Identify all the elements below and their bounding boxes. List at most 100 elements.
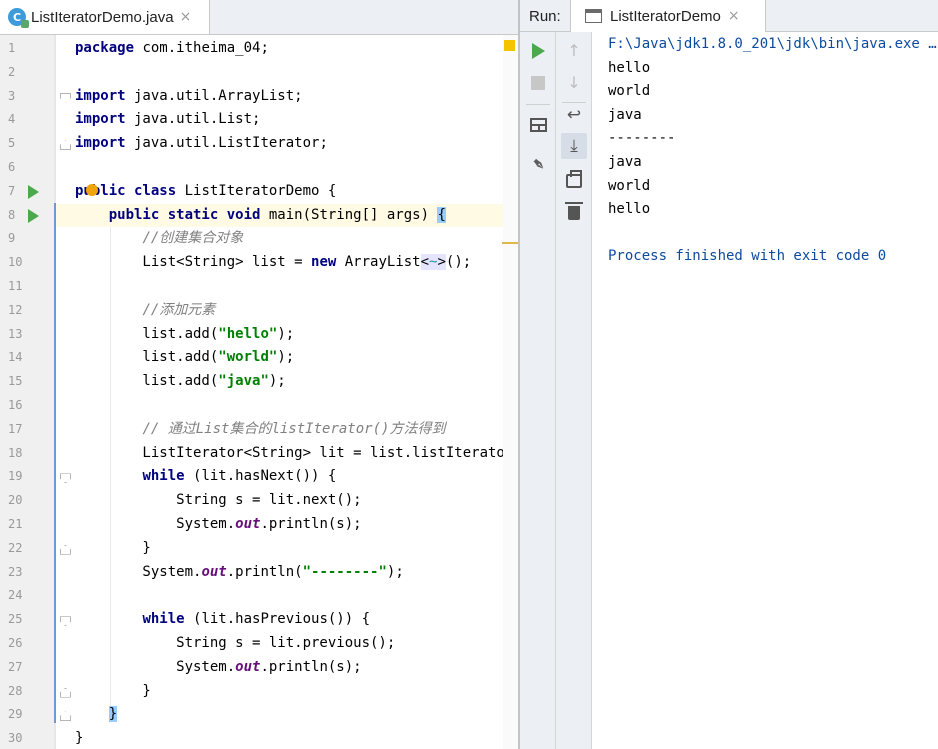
code-line[interactable]: package com.itheima_04; bbox=[56, 37, 518, 61]
pin-tab-button[interactable]: ✒ bbox=[525, 152, 551, 178]
layout-button[interactable] bbox=[525, 112, 551, 138]
java-class-icon: C bbox=[8, 8, 29, 28]
code-editor[interactable]: C ListIteratorDemo.java × 1 2 3 4 5 6 7 8 9 10 11 1… bbox=[0, 0, 518, 749]
inspection-warning-icon[interactable] bbox=[504, 40, 515, 51]
code-line[interactable]: System.out.println("--------"); bbox=[56, 561, 518, 585]
line-number: 10 bbox=[8, 255, 23, 270]
line-number: 3 bbox=[8, 88, 16, 103]
stop-button[interactable] bbox=[525, 70, 551, 96]
line-number: 30 bbox=[8, 731, 23, 746]
clear-all-icon bbox=[565, 202, 583, 220]
console-output-line: world bbox=[608, 83, 651, 100]
gutter-row: 3 bbox=[0, 85, 71, 109]
code-line[interactable]: //添加元素 bbox=[56, 299, 518, 323]
code-line[interactable]: list.add("world"); bbox=[56, 346, 518, 370]
gutter-row: 15 bbox=[0, 370, 55, 394]
code-line[interactable]: import java.util.ArrayList; bbox=[56, 85, 518, 109]
line-number: 20 bbox=[8, 493, 23, 508]
scroll-to-end-button[interactable]: ⤓ bbox=[561, 133, 587, 159]
code-line[interactable]: list.add("java"); bbox=[56, 370, 518, 394]
code-line[interactable]: List<String> list = new ArrayList<~>(); bbox=[56, 251, 518, 275]
toolbar-separator bbox=[526, 104, 550, 105]
line-number: 27 bbox=[8, 659, 23, 674]
code-line[interactable]: public class ListIteratorDemo { bbox=[56, 180, 518, 204]
line-number: 29 bbox=[8, 707, 23, 722]
code-line[interactable]: import java.util.List; bbox=[56, 108, 518, 132]
gutter-row: 29 bbox=[0, 703, 71, 727]
code-line[interactable]: import java.util.ListIterator; bbox=[56, 132, 518, 156]
editor-file-tab[interactable]: C ListIteratorDemo.java × bbox=[0, 0, 210, 34]
code-line[interactable] bbox=[56, 156, 518, 180]
gutter-row: 10 bbox=[0, 251, 55, 275]
rerun-icon bbox=[531, 43, 545, 59]
error-stripe-bar[interactable] bbox=[503, 35, 518, 749]
pin-icon: ✒ bbox=[525, 152, 551, 178]
code-line[interactable]: list.add("hello"); bbox=[56, 323, 518, 347]
console-output-line: hello bbox=[608, 59, 651, 76]
code-line[interactable]: } bbox=[56, 703, 518, 727]
code-line[interactable]: ListIterator<String> lit = list.listIter… bbox=[56, 442, 518, 466]
code-line[interactable]: } bbox=[56, 680, 518, 704]
line-number: 13 bbox=[8, 326, 23, 341]
print-button[interactable] bbox=[561, 168, 587, 194]
line-number: 8 bbox=[8, 207, 16, 222]
close-icon[interactable]: × bbox=[728, 8, 740, 24]
console-exit-line: Process finished with exit code 0 bbox=[608, 248, 887, 265]
line-number: 16 bbox=[8, 398, 23, 412]
line-number: 24 bbox=[8, 588, 23, 603]
editor-tab-label: ListIteratorDemo.java bbox=[31, 8, 174, 26]
rerun-button[interactable] bbox=[525, 38, 551, 64]
console-icon bbox=[585, 9, 602, 23]
code-line[interactable] bbox=[56, 61, 518, 85]
code-line[interactable] bbox=[56, 584, 518, 608]
line-number: 15 bbox=[8, 374, 23, 389]
line-number: 14 bbox=[8, 350, 23, 365]
close-icon[interactable]: × bbox=[180, 9, 192, 25]
gutter-row: 5 bbox=[0, 132, 71, 156]
gutter-row: 14 bbox=[0, 346, 55, 370]
gutter-row: 7 bbox=[0, 180, 55, 204]
next-occurrence-button[interactable]: ↓ bbox=[561, 69, 587, 95]
code-line[interactable]: public static void main(String[] args) { bbox=[56, 203, 518, 228]
gutter-row: 2 bbox=[0, 61, 55, 85]
code-line[interactable]: String s = lit.next(); bbox=[56, 489, 518, 513]
code-line[interactable]: while (lit.hasNext()) { bbox=[56, 465, 518, 489]
code-line[interactable]: } bbox=[56, 537, 518, 561]
gutter-row: 26 bbox=[0, 632, 55, 656]
line-number: 19 bbox=[8, 469, 23, 484]
clear-all-button[interactable] bbox=[561, 200, 587, 226]
intention-bulb-icon[interactable] bbox=[86, 184, 98, 196]
code-line[interactable]: } bbox=[56, 727, 518, 749]
run-title: Run: bbox=[529, 8, 561, 25]
run-gutter-icon[interactable] bbox=[28, 208, 39, 223]
code-line[interactable] bbox=[56, 394, 518, 418]
gutter-row: 17 bbox=[0, 418, 55, 442]
line-number: 21 bbox=[8, 517, 23, 531]
console-output[interactable]: F:\Java\jdk1.8.0_201\jdk\bin\java.exe ..… bbox=[608, 32, 938, 749]
code-line[interactable]: // 通过List集合的listIterator()方法得到 bbox=[56, 418, 518, 442]
code-line[interactable] bbox=[56, 275, 518, 299]
warning-stripe-mark[interactable] bbox=[502, 242, 518, 244]
gutter-row: 4 bbox=[0, 108, 55, 132]
gutter-row: 6 bbox=[0, 156, 55, 180]
scroll-to-end-icon: ⤓ bbox=[570, 136, 578, 156]
run-header: Run: ListIteratorDemo × bbox=[520, 0, 938, 32]
line-number: 23 bbox=[8, 564, 23, 579]
previous-occurrence-button[interactable]: ↑ bbox=[561, 37, 587, 63]
line-number: 1 bbox=[8, 41, 16, 55]
run-config-tab[interactable]: ListIteratorDemo × bbox=[570, 0, 766, 32]
code-line[interactable]: System.out.println(s); bbox=[56, 513, 518, 537]
code-area[interactable]: package com.itheima_04;import java.util.… bbox=[56, 35, 518, 749]
console-output-line: java bbox=[608, 154, 642, 170]
code-line[interactable]: System.out.println(s); bbox=[56, 656, 518, 680]
line-number-gutter[interactable]: 1 2 3 4 5 6 7 8 9 10 11 12 13 14 15 16 17 18 19 20 21 22 23 24 2… bbox=[0, 35, 71, 749]
line-number: 25 bbox=[8, 612, 23, 627]
code-line[interactable]: while (lit.hasPrevious()) { bbox=[56, 608, 518, 632]
soft-wrap-button[interactable]: ↩ bbox=[561, 102, 587, 128]
line-number: 22 bbox=[8, 540, 23, 555]
code-line[interactable]: //创建集合对象 bbox=[56, 227, 518, 251]
run-gutter-icon[interactable] bbox=[28, 184, 39, 199]
code-line[interactable]: String s = lit.previous(); bbox=[56, 632, 518, 656]
gutter-row: 24 bbox=[0, 584, 55, 608]
